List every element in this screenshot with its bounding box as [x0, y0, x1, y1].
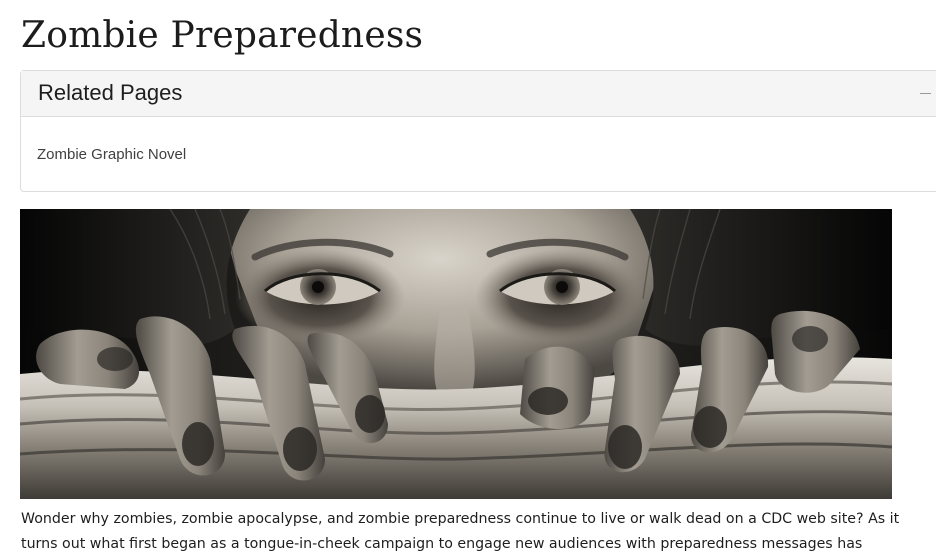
related-pages-card: Related Pages Zombie Graphic Novel	[20, 70, 936, 192]
collapse-icon[interactable]	[919, 82, 933, 104]
related-pages-header[interactable]: Related Pages	[21, 71, 936, 117]
hero-image	[20, 209, 892, 499]
intro-line-1: Wonder why zombies, zombie apocalypse, a…	[21, 511, 900, 527]
intro-paragraph: Wonder why zombies, zombie apocalypse, a…	[21, 507, 936, 554]
page-container: Zombie Preparedness Related Pages Zombie…	[0, 0, 936, 554]
related-pages-heading: Related Pages	[38, 80, 183, 105]
page-title: Zombie Preparedness	[21, 15, 424, 56]
related-link-zombie-graphic-novel[interactable]: Zombie Graphic Novel	[37, 146, 186, 164]
related-pages-body: Zombie Graphic Novel	[21, 117, 936, 191]
intro-line-2: turns out what first began as a tongue-i…	[21, 536, 863, 552]
